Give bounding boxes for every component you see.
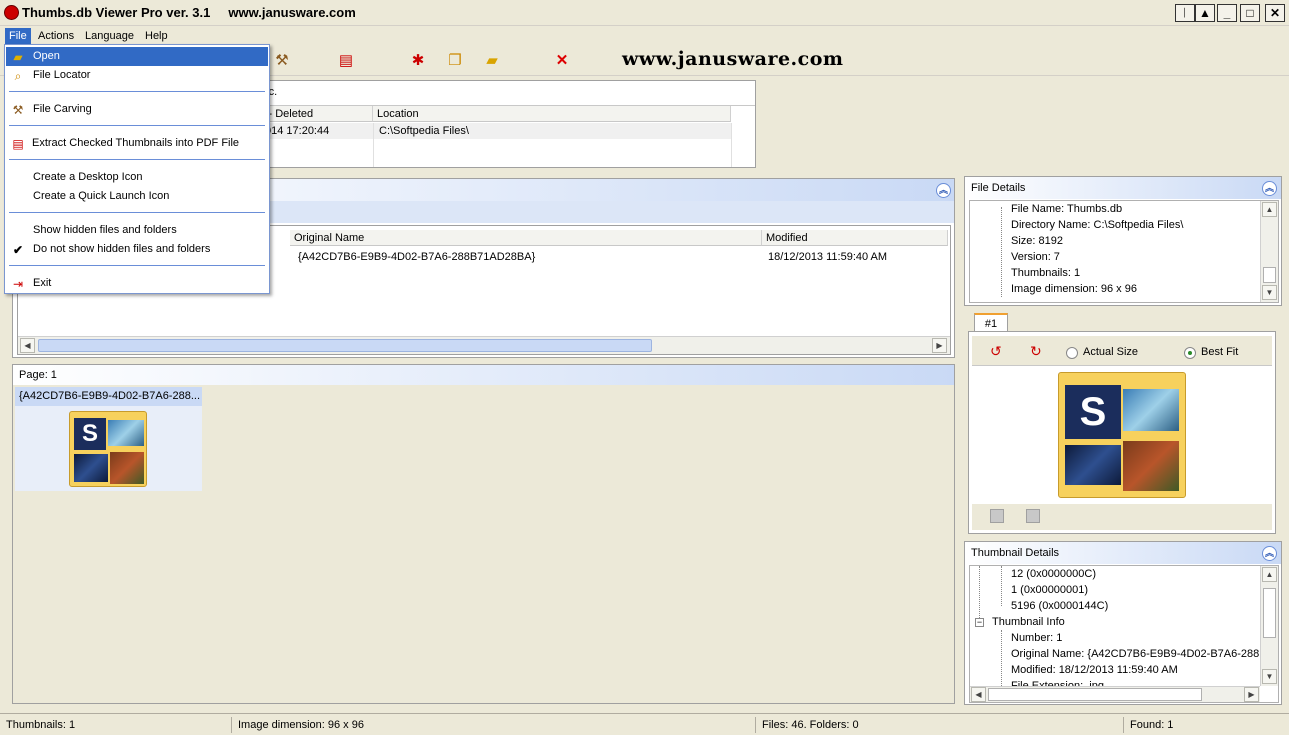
best-fit-radio[interactable] <box>1184 347 1196 359</box>
menu-item-show-hidden[interactable]: Show hidden files and folders <box>6 221 268 240</box>
thumbnail-details-title: Thumbnail Details <box>965 542 1281 564</box>
menu-item-hide-hidden[interactable]: ✔ Do not show hidden files and folders <box>6 240 268 259</box>
menu-item-file-locator[interactable]: ⌕ File Locator <box>6 66 268 85</box>
minimize-to-tray-icon[interactable]: │ <box>1175 4 1195 22</box>
rotate-left-icon[interactable]: ↺ <box>990 343 1002 360</box>
window-title: Thumbs.db Viewer Pro ver. 3.1 www.janusw… <box>22 5 356 20</box>
thumbnail-card[interactable]: {A42CD7B6-E9B9-4D02-B7A6-288... S <box>15 387 202 491</box>
open-folder-icon: ▰ <box>13 50 23 64</box>
restore-button[interactable]: □ <box>1240 4 1260 22</box>
menu-item-open[interactable]: ▰ Open <box>6 47 268 66</box>
table-row[interactable]: {A42CD7B6-E9B9-4D02-B7A6-288B71AD28BA} 1… <box>290 248 950 266</box>
thumbnail-values-tree: 12 (0x0000000C) 1 (0x00000001) 5196 (0x0… <box>1011 568 1109 612</box>
thumbnail-info-tree: Number: 1 Original Name: {A42CD7B6-E9B9-… <box>1011 632 1259 686</box>
bug-icon[interactable]: ✱ <box>409 52 427 70</box>
rotate-right-icon[interactable]: ↻ <box>1030 343 1042 360</box>
preview-image: S <box>1058 372 1186 498</box>
actual-size-label: Actual Size <box>1083 346 1139 358</box>
carving-hammer-icon[interactable]: ⚒ <box>273 52 291 70</box>
collapse-icon[interactable]: ︽ <box>936 183 951 198</box>
website-banner: www.janusware.com <box>622 48 844 70</box>
menu-bar: File Actions Language Help <box>0 26 1289 46</box>
checkmark-icon: ✔ <box>12 243 24 257</box>
best-fit-label: Best Fit <box>1201 346 1239 358</box>
scroll-left-icon[interactable]: ◀ <box>20 338 35 353</box>
scroll-down-icon[interactable]: ▼ <box>1262 285 1277 300</box>
file-details-title: File Details <box>965 177 1281 199</box>
thumbnail-caption: {A42CD7B6-E9B9-4D02-B7A6-288... <box>15 387 202 406</box>
horizontal-scrollbar[interactable]: ◀ ▶ <box>970 686 1260 702</box>
folder-thumbnail-icon: S <box>69 411 147 487</box>
gallery-panel: Page: 1 {A42CD7B6-E9B9-4D02-B7A6-288... … <box>12 364 955 704</box>
collapse-icon[interactable]: ︽ <box>1262 546 1277 561</box>
menu-item-extract-pdf[interactable]: ▤ Extract Checked Thumbnails into PDF Fil… <box>6 134 268 153</box>
col-location[interactable]: Location <box>373 106 731 122</box>
close-button[interactable]: ✕ <box>1265 4 1285 22</box>
collapse-icon[interactable]: ︽ <box>1262 181 1277 196</box>
status-dimension: Image dimension: 96 x 96 <box>232 717 756 733</box>
exit-icon: ⇥ <box>12 277 24 291</box>
scroll-up-icon[interactable]: ▲ <box>1262 202 1277 217</box>
menu-item-desktop-icon[interactable]: Create a Desktop Icon <box>6 168 268 187</box>
status-bar: Thumbnails: 1 Image dimension: 96 x 96 F… <box>0 713 1289 735</box>
status-thumbnails: Thumbnails: 1 <box>0 717 232 733</box>
tree-collapse-icon[interactable]: − <box>975 618 984 627</box>
pdf-icon: ▤ <box>12 137 24 151</box>
scroll-up-icon[interactable]: ▲ <box>1262 567 1277 582</box>
vertical-scrollbar[interactable]: ▲ ▼ <box>1260 201 1278 302</box>
scroll-right-icon[interactable]: ▶ <box>932 338 947 353</box>
table-row[interactable]: 014 17:20:44 C:\Softpedia Files\ <box>259 123 731 139</box>
col-original-name[interactable]: Original Name <box>290 230 762 246</box>
vertical-scrollbar[interactable]: ▲ ▼ <box>1260 566 1278 686</box>
page-label: Page: 1 <box>13 365 954 385</box>
menu-actions[interactable]: Actions <box>34 28 78 45</box>
copy-icon[interactable]: ❐ <box>446 52 464 70</box>
thumbnail-details-panel: Thumbnail Details ︽ 12 (0x0000000C) 1 (0… <box>964 541 1282 705</box>
file-menu-dropdown: ▰ Open ⌕ File Locator ⚒ File Carving ▤ Extra… <box>4 44 270 294</box>
actual-size-radio[interactable] <box>1066 347 1078 359</box>
menu-file[interactable]: File <box>5 28 31 45</box>
file-details-panel: File Details ︽ File Name: Thumbs.db Dire… <box>964 176 1282 306</box>
app-icon <box>4 5 19 20</box>
file-details-tree: File Name: Thumbs.db Directory Name: C:\… <box>1011 203 1184 295</box>
prev-image-icon[interactable] <box>990 509 1004 523</box>
menu-language[interactable]: Language <box>81 28 138 45</box>
next-image-icon[interactable] <box>1026 509 1040 523</box>
pdf-icon[interactable]: ▤ <box>337 52 355 70</box>
title-bar: Thumbs.db Viewer Pro ver. 3.1 www.janusw… <box>0 0 1289 26</box>
menu-item-exit[interactable]: ⇥ Exit <box>6 274 268 293</box>
folder-export-icon[interactable]: ▰ <box>483 52 501 70</box>
scroll-thumb[interactable] <box>38 339 652 352</box>
status-found: Found: 1 <box>1130 719 1174 731</box>
hammer-icon: ⚒ <box>12 103 24 117</box>
scroll-down-icon[interactable]: ▼ <box>1262 669 1277 684</box>
scroll-left-icon[interactable]: ◀ <box>971 687 986 702</box>
col-modified[interactable]: Modified <box>762 230 948 246</box>
maximize-up-icon[interactable]: ▲ <box>1195 4 1215 22</box>
delete-icon[interactable]: ✕ <box>553 52 571 70</box>
file-locator-icon: ⌕ <box>14 69 22 83</box>
horizontal-scrollbar[interactable]: ◀ ▶ <box>18 336 950 354</box>
minimize-button[interactable]: _ <box>1217 4 1237 22</box>
scroll-right-icon[interactable]: ▶ <box>1244 687 1259 702</box>
menu-item-quick-launch[interactable]: Create a Quick Launch Icon <box>6 187 268 206</box>
thumbnail-info-group[interactable]: Thumbnail Info <box>992 614 1065 630</box>
status-files: Files: 46. Folders: 0 <box>756 717 1124 733</box>
menu-help[interactable]: Help <box>141 28 172 45</box>
preview-panel: #1 ↺ ↻ Actual Size Best Fit S <box>968 312 1276 534</box>
tab-1[interactable]: #1 <box>974 313 1008 331</box>
col-deleted[interactable]: l - Deleted <box>259 106 373 122</box>
menu-item-file-carving[interactable]: ⚒ File Carving <box>6 100 268 119</box>
